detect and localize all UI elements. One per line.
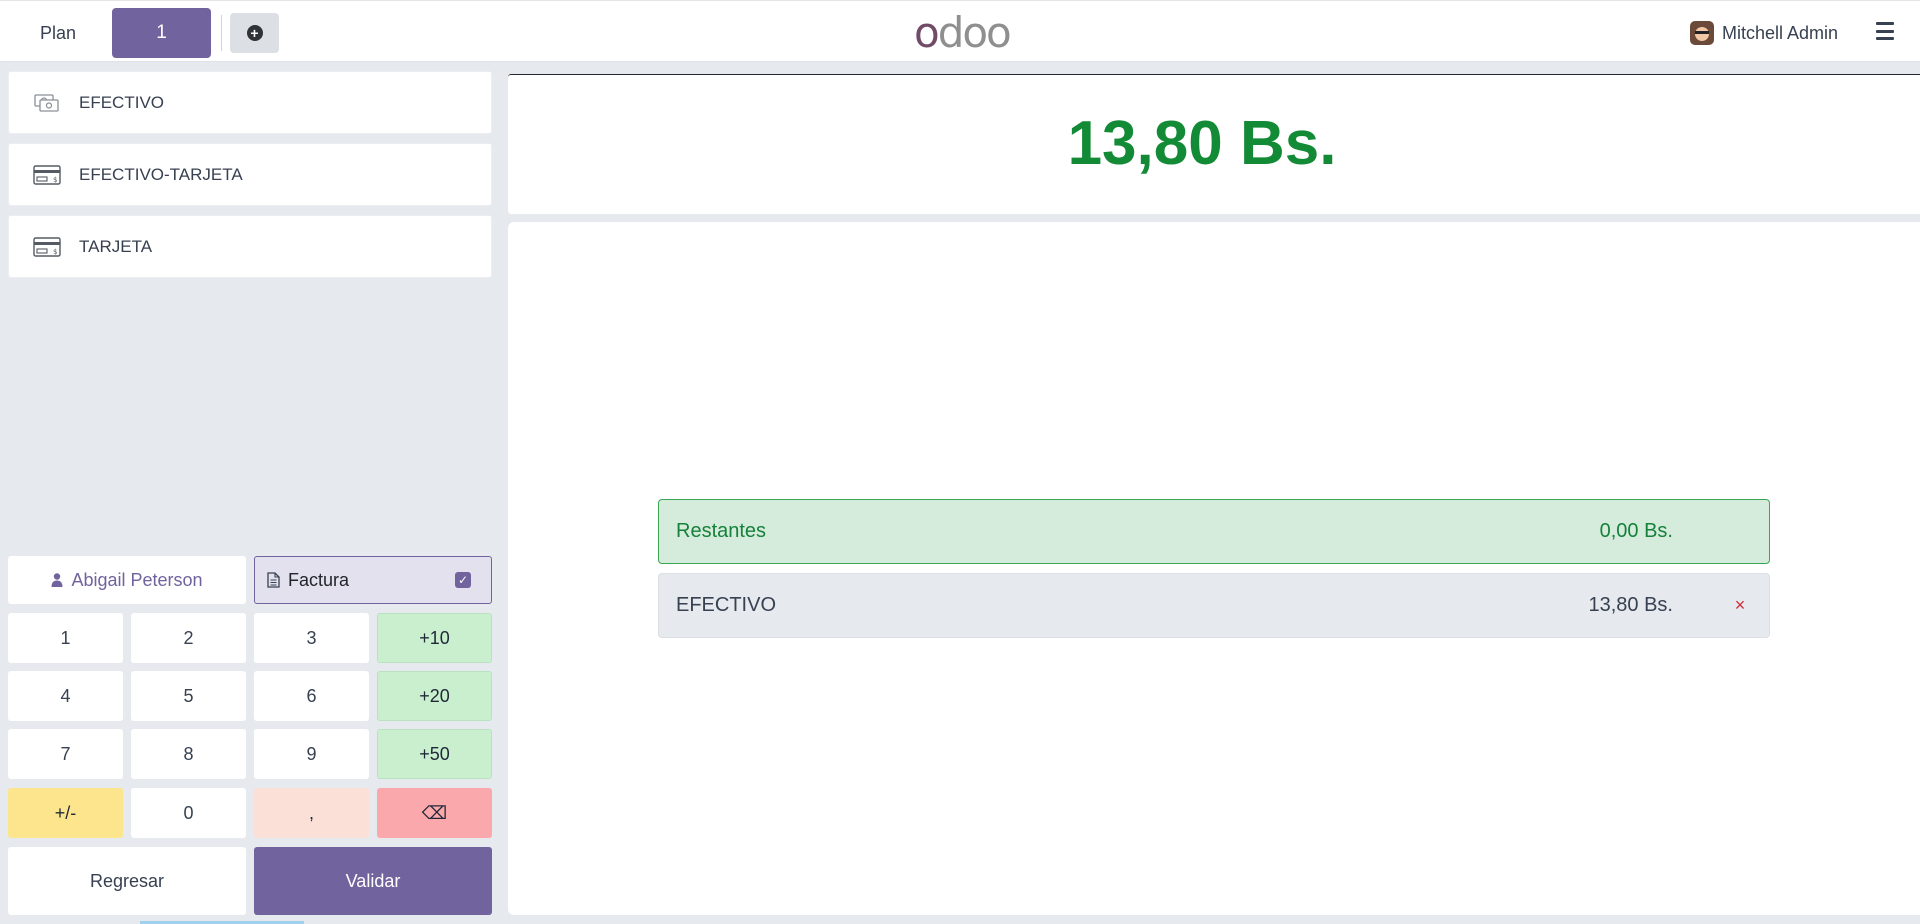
payment-line-name: EFECTIVO (676, 594, 777, 616)
plan-button[interactable]: Plan (20, 9, 96, 57)
hamburger-menu-icon[interactable] (1876, 22, 1894, 40)
card-icon: $ (33, 164, 61, 185)
customer-name: Abigail Peterson (71, 569, 203, 590)
cash-icon (33, 93, 61, 113)
numpad-key-plus-minus[interactable]: +/- (8, 788, 123, 838)
numpad-key-3[interactable]: 3 (254, 613, 369, 663)
payment-method-efectivo[interactable]: EFECTIVO (8, 71, 492, 134)
numpad-key-plus10[interactable]: +10 (377, 613, 492, 663)
payment-line[interactable]: EFECTIVO 13,80 Bs. × (658, 573, 1770, 638)
remaining-value: 0,00 Bs. (1599, 520, 1673, 542)
payment-method-efectivo-tarjeta[interactable]: $ EFECTIVO-TARJETA (8, 143, 492, 206)
svg-text:$: $ (53, 176, 57, 184)
checkbox-checked-icon[interactable]: ✓ (455, 572, 471, 588)
numpad-key-8[interactable]: 8 (131, 729, 246, 779)
numpad-key-9[interactable]: 9 (254, 729, 369, 779)
odoo-logo: o doo (914, 7, 1012, 57)
payment-line-value: 13,80 Bs. (1588, 594, 1673, 616)
tab-divider (221, 15, 222, 51)
top-navbar: Plan 1 + o doo Mitchell Admin (0, 0, 1920, 62)
back-button[interactable]: Regresar (8, 847, 246, 915)
numpad-key-0[interactable]: 0 (131, 788, 246, 838)
invoice-toggle-button[interactable]: Factura ✓ (254, 556, 492, 604)
total-due-panel: 13,80 Bs. (508, 74, 1920, 214)
document-icon (267, 572, 280, 588)
total-amount: 13,80 Bs. (1067, 109, 1337, 178)
numpad-key-backspace-icon[interactable]: ⌫ (377, 788, 492, 838)
svg-text:$: $ (53, 248, 57, 256)
user-name: Mitchell Admin (1722, 22, 1839, 43)
remaining-line: Restantes 0,00 Bs. (658, 499, 1770, 564)
validate-button[interactable]: Validar (254, 847, 492, 915)
numpad-key-plus50[interactable]: +50 (377, 729, 492, 779)
add-order-button[interactable]: + (230, 13, 279, 53)
numpad-key-7[interactable]: 7 (8, 729, 123, 779)
plus-circle-icon: + (246, 25, 263, 41)
invoice-label: Factura (288, 569, 350, 590)
card-icon: $ (33, 236, 61, 257)
user-icon (51, 573, 63, 587)
user-menu[interactable]: Mitchell Admin (1690, 19, 1838, 47)
payment-method-label: EFECTIVO-TARJETA (79, 164, 243, 184)
numpad-key-plus20[interactable]: +20 (377, 671, 492, 721)
numpad-key-2[interactable]: 2 (131, 613, 246, 663)
customer-button[interactable]: Abigail Peterson (8, 556, 246, 604)
numpad-key-4[interactable]: 4 (8, 671, 123, 721)
numpad-key-5[interactable]: 5 (131, 671, 246, 721)
numpad-key-6[interactable]: 6 (254, 671, 369, 721)
payment-lines-panel (508, 222, 1920, 915)
numpad-key-1[interactable]: 1 (8, 613, 123, 663)
order-tab-active[interactable]: 1 (112, 8, 211, 58)
delete-payment-icon[interactable]: × (1729, 594, 1751, 616)
payment-method-label: TARJETA (79, 236, 153, 256)
remaining-label: Restantes (676, 520, 767, 542)
payment-method-label: EFECTIVO (79, 92, 165, 112)
numpad-key-decimal[interactable]: , (254, 788, 369, 838)
payment-method-tarjeta[interactable]: $ TARJETA (8, 215, 492, 278)
avatar (1690, 21, 1714, 45)
